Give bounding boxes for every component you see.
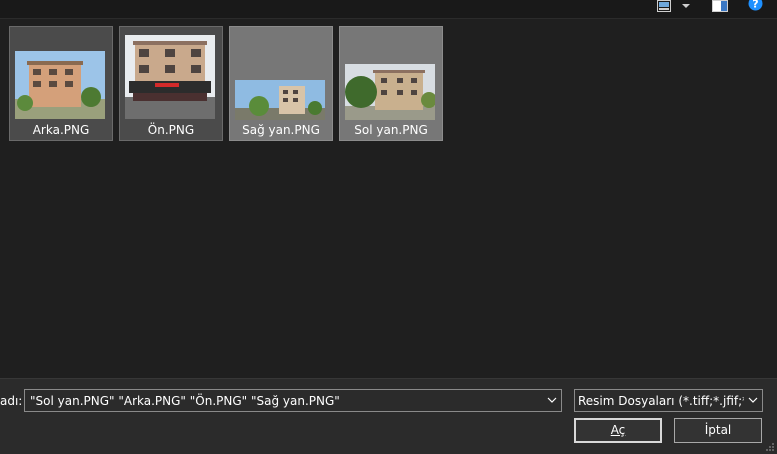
cancel-button[interactable]: İptal: [674, 418, 762, 443]
file-name: Ön.PNG: [147, 123, 195, 137]
file-item-sag-yan[interactable]: Sağ yan.PNG: [229, 26, 333, 141]
chevron-down-icon[interactable]: [748, 396, 758, 404]
chevron-down-icon[interactable]: [547, 396, 557, 404]
dialog-footer: adı: "Sol yan.PNG" "Arka.PNG" "Ön.PNG" "…: [0, 378, 777, 454]
file-name: Arka.PNG: [32, 123, 90, 137]
filename-input[interactable]: "Sol yan.PNG" "Arka.PNG" "Ön.PNG" "Sağ y…: [30, 394, 340, 408]
file-item-on[interactable]: Ön.PNG: [119, 26, 223, 141]
open-button-label: Aç: [610, 423, 626, 437]
svg-text:?: ?: [752, 0, 758, 11]
thumbnail-image: [235, 80, 325, 120]
open-button[interactable]: Aç: [574, 418, 662, 443]
file-name: Sol yan.PNG: [354, 123, 428, 137]
change-view-icon[interactable]: [657, 0, 671, 12]
thumbnail-image: [345, 64, 435, 120]
filename-combobox[interactable]: "Sol yan.PNG" "Arka.PNG" "Ön.PNG" "Sağ y…: [24, 389, 562, 412]
chevron-down-icon[interactable]: [681, 2, 691, 10]
filename-label: adı:: [0, 394, 23, 408]
help-icon[interactable]: ?: [748, 0, 763, 11]
resize-grip-icon[interactable]: [765, 442, 775, 452]
file-item-sol-yan[interactable]: Sol yan.PNG: [339, 26, 443, 141]
cancel-button-label: İptal: [704, 423, 732, 437]
filetype-value: Resim Dosyaları (*.tiff;*.jfif;*.bmp: [578, 394, 744, 408]
file-name: Sağ yan.PNG: [242, 123, 320, 137]
thumbnail-image: [125, 35, 215, 119]
filetype-select[interactable]: Resim Dosyaları (*.tiff;*.jfif;*.bmp: [574, 389, 763, 412]
toolbar: ?: [0, 0, 777, 19]
preview-pane-icon[interactable]: [712, 0, 728, 12]
file-item-arka[interactable]: Arka.PNG: [9, 26, 113, 141]
thumbnail-image: [15, 51, 105, 119]
file-list[interactable]: Arka.PNG Ön.PNG Sağ yan.PNG Sol yan.PNG: [0, 18, 777, 378]
